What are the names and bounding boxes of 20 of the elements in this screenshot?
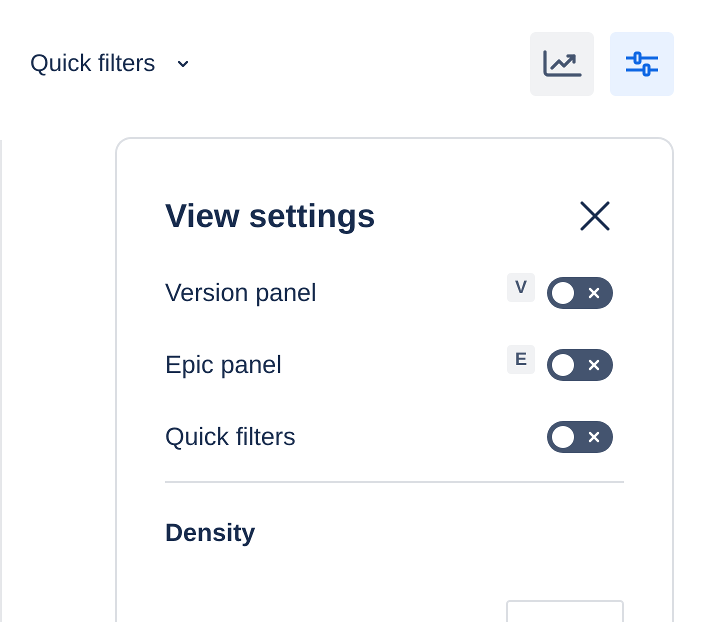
quick-filters-dropdown[interactable]: Quick filters [30, 50, 190, 78]
view-settings-button[interactable] [610, 32, 674, 96]
panel-title: View settings [165, 197, 376, 235]
insights-button[interactable] [530, 32, 594, 96]
cross-icon [587, 286, 601, 300]
cross-icon [587, 430, 601, 444]
toggle-switch[interactable] [547, 277, 613, 309]
cross-icon [587, 358, 601, 372]
section-heading: Density [165, 519, 256, 548]
setting-label: Epic panel [165, 350, 283, 380]
close-button[interactable] [580, 201, 610, 231]
shortcut-key: E [506, 344, 535, 374]
toggle-switch[interactable] [547, 349, 613, 381]
setting-label: Version panel [165, 278, 318, 308]
setting-label: Quick filters [165, 422, 297, 452]
close-icon [580, 201, 610, 231]
toggle-switch[interactable] [547, 421, 613, 453]
sliders-icon [625, 49, 659, 79]
shortcut-key: V [506, 272, 535, 302]
chevron-down-icon [177, 60, 190, 68]
